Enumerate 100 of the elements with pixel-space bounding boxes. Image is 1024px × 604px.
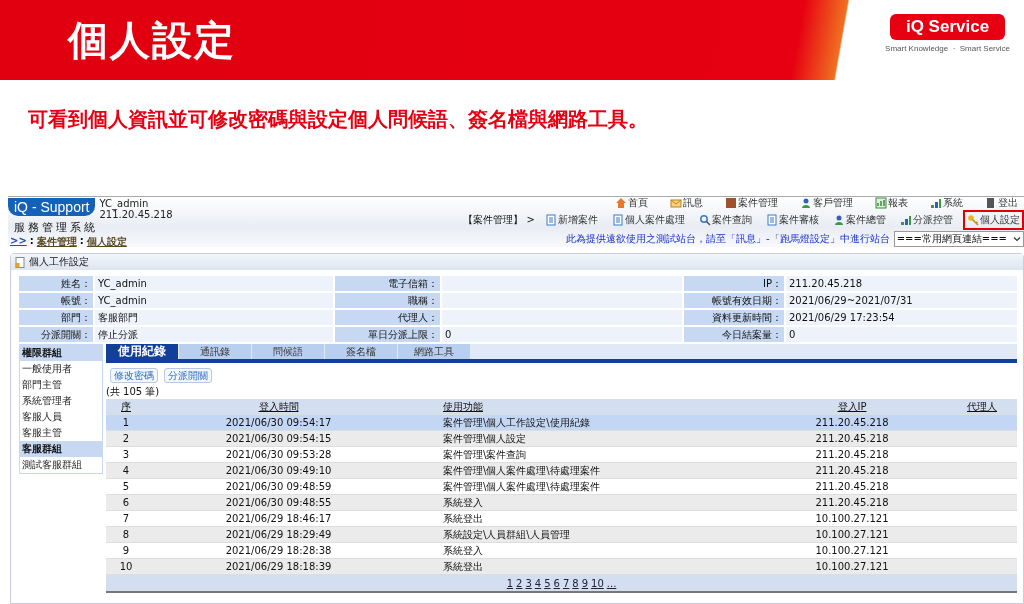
nav-link[interactable]: 首頁 (615, 197, 648, 209)
sidebar-item[interactable]: 部門主管 (20, 377, 102, 393)
table-cell-text: 案件管理\個人案件處理\待處理案件 (442, 464, 601, 478)
document-icon (15, 256, 26, 268)
field-value: 211.20.45.218 (786, 276, 1017, 291)
table-cell-text: 10.100.27.121 (814, 528, 890, 542)
table-cell-text: 9 (121, 544, 131, 558)
table-cell-text: 211.20.45.218 (814, 496, 890, 510)
field-value: 客服部門 (95, 310, 333, 325)
action-button[interactable]: 修改密碼 (110, 368, 158, 383)
table-row[interactable]: 5 2021/06/30 09:48:59 案件管理\個人案件處理\待處理案件 211.20.45.218 (106, 479, 1017, 495)
document-icon (612, 214, 624, 226)
sidebar-item[interactable]: 一般使用者 (20, 361, 102, 377)
page-link[interactable]: 2 (516, 577, 523, 589)
table-cell-text: 2021/06/29 18:46:17 (224, 512, 333, 526)
page-link[interactable]: 8 (572, 577, 579, 589)
page-link[interactable]: 5 (544, 577, 551, 589)
tab[interactable]: 使用紀錄 (106, 344, 178, 359)
subnav-link[interactable]: 個人設定 (963, 210, 1024, 230)
table-cell-text: 系統設定\人員群組\人員管理 (442, 528, 571, 542)
field-label: 代理人： (335, 310, 440, 325)
page-link[interactable]: 4 (534, 577, 542, 589)
table-row[interactable]: 1 2021/06/30 09:54:17 案件管理\個人工作設定\使用紀錄 211.20.45.218 (106, 415, 1017, 431)
table-cell-text: 2021/06/30 09:48:55 (224, 496, 333, 510)
document-icon (545, 214, 557, 226)
nav-link[interactable]: 訊息 (670, 197, 703, 209)
nav-link[interactable]: 客戶管理 (800, 197, 853, 209)
action-button[interactable]: 分派開關 (164, 368, 212, 383)
breadcrumb-link[interactable]: 個人設定 (86, 235, 127, 249)
column-header[interactable]: 登入時間 (146, 399, 411, 414)
table-cell-text: 系統登出 (442, 560, 484, 574)
envelope-icon (670, 197, 682, 209)
table-row[interactable]: 9 2021/06/29 18:28:38 系統登入 10.100.27.121 (106, 543, 1017, 559)
subnav-link[interactable]: 案件查詢 (695, 210, 756, 230)
sidebar-item[interactable]: 測試客服群組 (20, 457, 102, 473)
tab[interactable]: 通訊錄 (179, 344, 251, 359)
field-value: 0 (442, 327, 682, 342)
table-cell-text: 案件管理\案件查詢 (442, 448, 528, 462)
page-link[interactable]: 9 (581, 577, 589, 589)
field-label: 職稱： (335, 293, 440, 308)
field-label: 資料更新時間： (684, 310, 784, 325)
table-cell-text: 10.100.27.121 (814, 544, 890, 558)
table-row[interactable]: 7 2021/06/29 18:46:17 系統登出 10.100.27.121 (106, 511, 1017, 527)
table-row[interactable]: 4 2021/06/30 09:49:10 案件管理\個人案件處理\待處理案件 211.20.45.218 (106, 463, 1017, 479)
system-name: 服務管理系統 (14, 220, 99, 235)
table-cell-text: 2021/06/30 09:53:28 (224, 448, 333, 462)
table-cell-text: 2021/06/29 18:29:49 (224, 528, 333, 542)
table-row[interactable]: 2 2021/06/30 09:54:15 案件管理\個人設定 211.20.45.218 (106, 431, 1017, 447)
breadcrumb-link[interactable]: 案件管理 (36, 235, 77, 249)
tab[interactable]: 問候語 (252, 344, 324, 359)
page-link[interactable]: 3 (525, 577, 532, 589)
table-row[interactable]: 3 2021/06/30 09:53:28 案件管理\案件查詢 211.20.45.218 (106, 447, 1017, 463)
page-link[interactable]: ... (606, 577, 617, 589)
page-link[interactable]: 1 (506, 577, 514, 589)
subnav-link[interactable]: 新增案件 (541, 210, 602, 230)
nav-link[interactable]: 案件管理 (725, 197, 778, 209)
breadcrumb-link[interactable]: >> (10, 235, 27, 249)
subnav-link[interactable]: 案件總管 (829, 210, 890, 230)
sidebar-item[interactable]: 系統管理者 (20, 393, 102, 409)
nav-link[interactable]: 系統 (930, 197, 963, 209)
table-cell-text: 2021/06/29 18:18:39 (224, 560, 333, 574)
table-cell-text: 8 (121, 528, 131, 542)
person-icon (800, 197, 812, 209)
page-link[interactable]: 7 (562, 577, 570, 589)
column-header[interactable]: 使用功能 (411, 399, 757, 414)
table-cell-text: 211.20.45.218 (814, 480, 890, 494)
nav-link[interactable]: 登出 (985, 197, 1018, 209)
subnav-link[interactable]: 個人案件處理 (608, 210, 689, 230)
table-cell-text: 系統登出 (442, 512, 484, 526)
field-label: IP： (684, 276, 784, 291)
subnav-link[interactable]: 分派控管 (896, 210, 957, 230)
table-row[interactable]: 8 2021/06/29 18:29:49 系統設定\人員群組\人員管理 10.100.27.121 (106, 527, 1017, 543)
document-icon (766, 214, 778, 226)
sidebar-item[interactable]: 客服人員 (20, 409, 102, 425)
table-row[interactable]: 10 2021/06/29 18:18:39 系統登出 10.100.27.121 (106, 559, 1017, 575)
field-label: 今日結案量： (684, 327, 784, 342)
nav-link[interactable]: 報表 (875, 197, 908, 209)
links-dropdown[interactable]: ===常用網頁連結=== (893, 231, 1024, 247)
subnav-link[interactable]: 案件審核 (762, 210, 823, 230)
field-label: 帳號有效日期： (684, 293, 784, 308)
page-link[interactable]: 10 (591, 577, 604, 589)
sidebar-item[interactable]: 客服主管 (20, 425, 102, 441)
key-icon (967, 214, 979, 226)
table-cell-text: 2021/06/29 18:28:38 (224, 544, 333, 558)
column-header[interactable]: 登入IP (757, 399, 947, 414)
page-link[interactable]: 6 (553, 577, 560, 589)
chart-icon (875, 197, 887, 209)
table-cell-text: 211.20.45.218 (814, 448, 890, 462)
tab[interactable]: 簽名檔 (325, 344, 397, 359)
field-label: 姓名： (19, 276, 93, 291)
tab[interactable]: 網路工具 (398, 344, 470, 359)
field-value: YC_admin (95, 293, 333, 308)
field-label: 單日分派上限： (335, 327, 440, 342)
column-header[interactable]: 序 (106, 399, 146, 414)
column-header[interactable]: 代理人 (947, 399, 1017, 414)
breadcrumb-separator: : (29, 235, 34, 248)
table-row[interactable]: 6 2021/06/30 09:48:55 系統登入 211.20.45.218 (106, 495, 1017, 511)
table-cell-text: 3 (121, 448, 131, 462)
sidebar-heading: 權限群組 (20, 345, 102, 361)
field-label: 帳號： (19, 293, 93, 308)
